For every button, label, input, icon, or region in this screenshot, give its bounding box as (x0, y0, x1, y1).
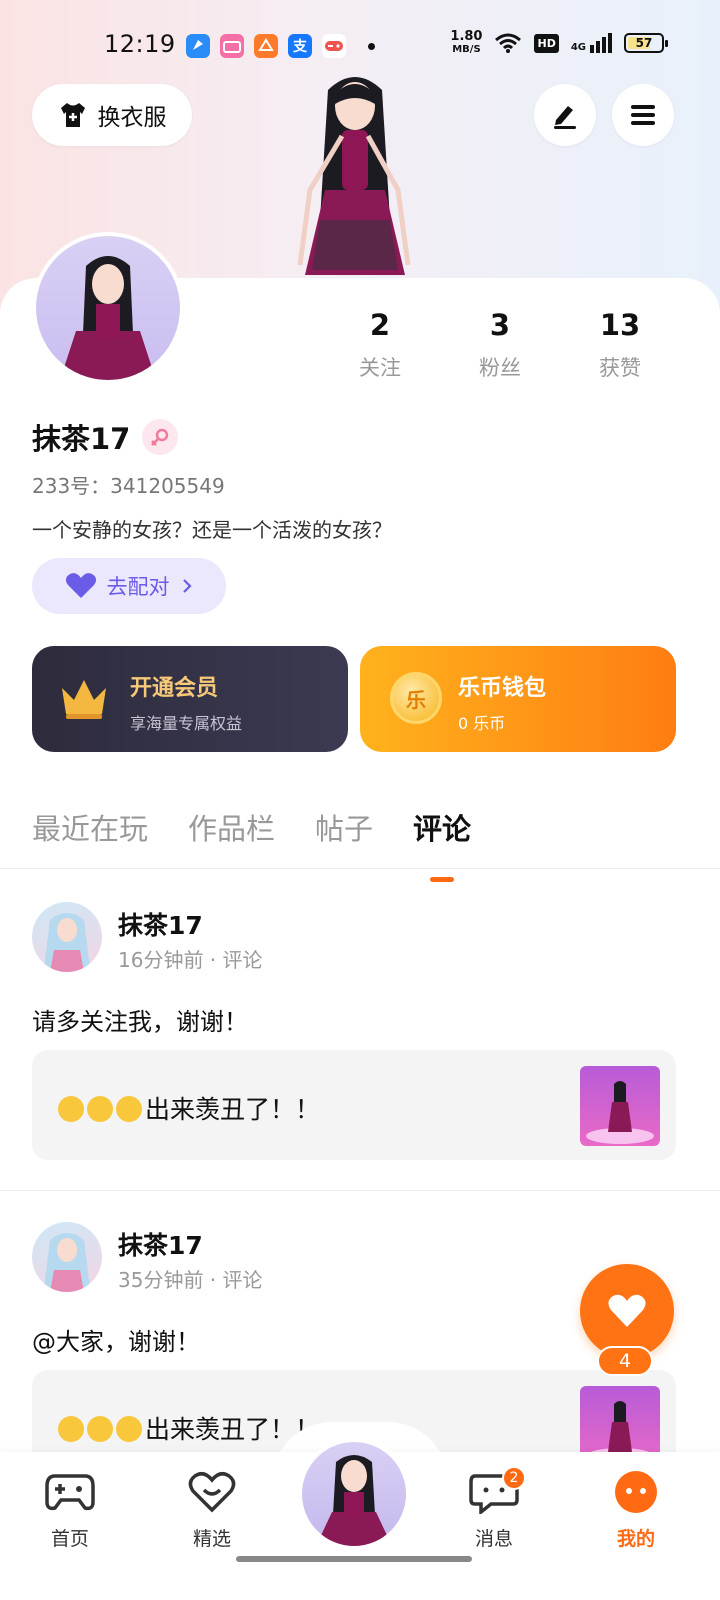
comment-text: 请多关注我，谢谢！ (32, 1008, 248, 1036)
nav-avatar-button[interactable] (298, 1438, 410, 1550)
comment-text: @大家，谢谢！ (32, 1328, 200, 1356)
status-time: 12:19 (104, 30, 176, 58)
quoted-comment[interactable]: 出来羡丑了！！ (32, 1050, 676, 1160)
chevron-right-icon (182, 579, 192, 593)
sad-emoji-icon (58, 1096, 84, 1122)
comment-meta: 35分钟前 · 评论 (118, 1268, 263, 1292)
menu-icon (631, 105, 655, 125)
change-outfit-button[interactable]: 换衣服 (32, 84, 192, 146)
sad-emoji-icon (58, 1416, 84, 1442)
quoted-comment-text: 出来羡丑了！！ (58, 1090, 320, 1126)
game-app-icon (322, 34, 346, 58)
hd-icon: HD (534, 33, 559, 53)
go-match-label: 去配对 (106, 575, 170, 599)
crying-emoji-icon (116, 1096, 142, 1122)
username-row: 抹茶17 (32, 416, 179, 458)
coin-wallet-card[interactable]: 乐 乐币钱包 0 乐币 (360, 646, 676, 752)
face-icon (615, 1471, 657, 1513)
user-bio: 一个安静的女孩？还是一个活泼的女孩？ (32, 518, 392, 542)
tab-works[interactable]: 作品栏 (188, 806, 275, 848)
wallet-balance: 0 乐币 (458, 714, 506, 733)
quoted-comment-text: 出来羡丑了！！ (58, 1410, 320, 1446)
change-outfit-label: 换衣服 (97, 105, 167, 131)
female-gender-icon (142, 419, 179, 455)
like-count: 4 (597, 1346, 653, 1376)
comment-divider (0, 1190, 720, 1191)
tabs-divider (0, 868, 720, 869)
wifi-icon (495, 33, 522, 53)
signal-icon: 4G (571, 33, 612, 53)
vip-membership-card[interactable]: 开通会员 享海量专属权益 (32, 646, 348, 752)
orange-app-icon (254, 34, 278, 58)
notification-dot (368, 42, 375, 50)
bilibili-app-icon (220, 34, 244, 58)
followers-stat[interactable]: 3 粉丝 (440, 308, 560, 382)
user-id: 233号：341205549 (32, 474, 225, 498)
avatar-character-illustration[interactable] (280, 70, 430, 280)
nav-me[interactable]: 我的 (586, 1470, 686, 1551)
nav-featured[interactable]: 精选 (162, 1470, 262, 1551)
gamepad-icon (45, 1474, 95, 1511)
network-speed: 1.80 MB/S (450, 29, 483, 55)
following-stat[interactable]: 2 关注 (320, 308, 440, 382)
nav-messages[interactable]: 2 消息 (444, 1466, 544, 1551)
comment-author-name: 抹茶17 (118, 911, 203, 940)
vip-subtitle: 享海量专属权益 (130, 714, 243, 733)
menu-button[interactable] (612, 84, 674, 146)
tab-comments[interactable]: 评论 (413, 806, 471, 848)
alipay-app-icon: 支 (288, 34, 312, 58)
comment-author-avatar[interactable] (32, 902, 102, 972)
status-bar: 12:19 支 1.80 MB/S HD 4G 57 (0, 28, 720, 64)
tab-recently-played[interactable]: 最近在玩 (32, 806, 148, 848)
edit-icon (554, 106, 576, 129)
home-indicator (236, 1556, 472, 1562)
sad-emoji-icon (87, 1096, 113, 1122)
wallet-title: 乐币钱包 (458, 676, 547, 701)
crown-icon (62, 680, 106, 719)
battery-icon: 57 (624, 33, 668, 53)
quoted-work-thumbnail[interactable] (580, 1066, 660, 1146)
comment-meta: 16分钟前 · 评论 (118, 948, 263, 972)
blue-app-icon (186, 34, 210, 58)
edit-profile-button[interactable] (534, 84, 596, 146)
vip-title: 开通会员 (130, 676, 219, 701)
heart-icon (608, 1294, 646, 1327)
profile-stats: 2 关注 3 粉丝 13 获赞 (320, 308, 680, 382)
crying-emoji-icon (116, 1416, 142, 1442)
status-right: 1.80 MB/S HD 4G 57 (450, 29, 668, 56)
sad-emoji-icon (87, 1416, 113, 1442)
coin-icon: 乐 (390, 672, 442, 724)
heart-icon (65, 573, 96, 598)
like-button[interactable] (580, 1264, 674, 1358)
likes-stat[interactable]: 13 获赞 (560, 308, 680, 382)
username: 抹茶17 (32, 422, 131, 456)
nav-home[interactable]: 首页 (20, 1470, 120, 1551)
profile-tabs: 最近在玩 作品栏 帖子 评论 (32, 806, 471, 848)
shirt-icon (60, 103, 85, 127)
go-match-button[interactable]: 去配对 (32, 558, 226, 614)
heart-outline-icon (188, 1472, 236, 1513)
comment-author-avatar[interactable] (32, 1222, 102, 1292)
tab-posts[interactable]: 帖子 (315, 806, 373, 848)
status-app-icons: 支 (186, 34, 375, 58)
message-badge: 2 (502, 1466, 526, 1490)
profile-avatar[interactable] (32, 232, 184, 384)
comment-author-name: 抹茶17 (118, 1231, 203, 1260)
